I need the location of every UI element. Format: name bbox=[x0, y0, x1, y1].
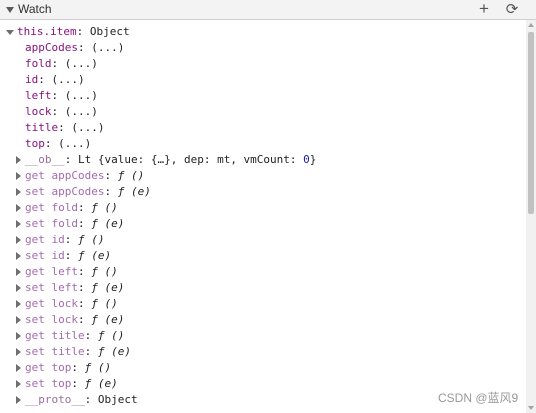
refresh-watch-button[interactable]: ⟳ bbox=[503, 0, 521, 19]
watch-expression-value: Object bbox=[89, 25, 130, 38]
panel-title: Watch bbox=[18, 2, 52, 16]
ob-row[interactable]: __ob__: Lt {value: {…}, dep: mt, vmCount… bbox=[0, 152, 520, 168]
scroll-up-arrow-icon[interactable] bbox=[528, 23, 534, 27]
accessor-row[interactable]: set lock: ƒ (e) bbox=[0, 312, 520, 328]
expand-arrow-icon[interactable] bbox=[16, 156, 21, 164]
accessor-row[interactable]: set left: ƒ (e) bbox=[0, 280, 520, 296]
expand-arrow-icon[interactable] bbox=[16, 220, 21, 228]
accessor-row[interactable]: set fold: ƒ (e) bbox=[0, 216, 520, 232]
watermark-text: CSDN @蓝风9 bbox=[438, 391, 519, 405]
accessor-row[interactable]: get top: ƒ () bbox=[0, 360, 520, 376]
property-row[interactable]: left: (...) bbox=[0, 88, 520, 104]
property-row[interactable]: id: (...) bbox=[0, 72, 520, 88]
expand-arrow-icon[interactable] bbox=[16, 188, 21, 196]
expand-arrow-icon[interactable] bbox=[16, 364, 21, 372]
property-row[interactable]: appCodes: (...) bbox=[0, 40, 520, 56]
expand-arrow-icon[interactable] bbox=[16, 204, 21, 212]
property-row[interactable]: fold: (...) bbox=[0, 56, 520, 72]
property-row[interactable]: title: (...) bbox=[0, 120, 520, 136]
accessor-row[interactable]: set id: ƒ (e) bbox=[0, 248, 520, 264]
collapse-triangle-icon[interactable] bbox=[6, 7, 14, 13]
expanded-arrow-icon[interactable] bbox=[6, 30, 14, 35]
accessor-row[interactable]: get appCodes: ƒ () bbox=[0, 168, 520, 184]
expand-arrow-icon[interactable] bbox=[16, 300, 21, 308]
expand-arrow-icon[interactable] bbox=[16, 268, 21, 276]
refresh-icon: ⟳ bbox=[505, 1, 519, 18]
expand-arrow-icon[interactable] bbox=[16, 284, 21, 292]
scrollbar-thumb[interactable] bbox=[528, 32, 534, 214]
watch-panel-header[interactable]: Watch + ⟳ bbox=[0, 0, 536, 20]
vertical-scrollbar[interactable] bbox=[526, 20, 536, 413]
watch-expression-name: this.item bbox=[17, 25, 77, 38]
accessor-row[interactable]: set appCodes: ƒ (e) bbox=[0, 184, 520, 200]
accessor-row[interactable]: set title: ƒ (e) bbox=[0, 344, 520, 360]
expand-arrow-icon[interactable] bbox=[16, 236, 21, 244]
watch-root-row[interactable]: this.item: Object bbox=[0, 24, 520, 40]
expand-arrow-icon[interactable] bbox=[16, 172, 21, 180]
add-watch-expression-button[interactable]: + bbox=[475, 0, 493, 19]
expand-arrow-icon[interactable] bbox=[16, 396, 21, 404]
accessor-row[interactable]: get id: ƒ () bbox=[0, 232, 520, 248]
plus-icon: + bbox=[479, 0, 489, 18]
accessor-row[interactable]: get fold: ƒ () bbox=[0, 200, 520, 216]
expand-arrow-icon[interactable] bbox=[16, 348, 21, 356]
watch-tree: this.item: Object appCodes: (...) fold: … bbox=[0, 20, 526, 413]
accessor-row[interactable]: get title: ƒ () bbox=[0, 328, 520, 344]
expand-arrow-icon[interactable] bbox=[16, 380, 21, 388]
expand-arrow-icon[interactable] bbox=[16, 332, 21, 340]
expand-arrow-icon[interactable] bbox=[16, 252, 21, 260]
accessor-row[interactable]: get lock: ƒ () bbox=[0, 296, 520, 312]
property-row[interactable]: lock: (...) bbox=[0, 104, 520, 120]
expand-arrow-icon[interactable] bbox=[16, 316, 21, 324]
property-row[interactable]: top: (...) bbox=[0, 136, 520, 152]
scroll-down-arrow-icon[interactable] bbox=[528, 406, 534, 410]
accessor-row[interactable]: get left: ƒ () bbox=[0, 264, 520, 280]
